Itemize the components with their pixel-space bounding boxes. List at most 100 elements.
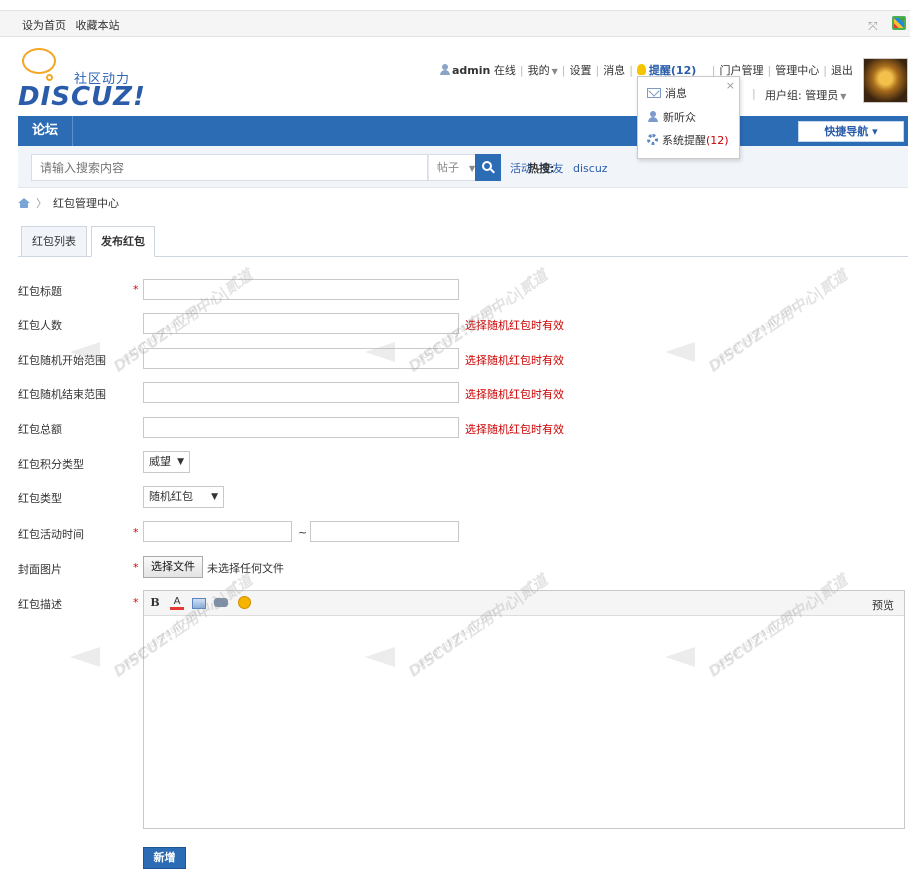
user-icon — [440, 64, 450, 75]
chevron-down-icon: ▼ — [840, 92, 847, 101]
logo-dot-icon — [46, 74, 53, 81]
title-label: 红包标题 — [18, 285, 62, 298]
random-hint: 选择随机红包时有效 — [465, 354, 564, 367]
start-time-input[interactable] — [143, 521, 292, 542]
smiley-icon[interactable] — [238, 596, 251, 609]
settings-link[interactable]: 设置 — [569, 64, 591, 77]
image-icon[interactable] — [192, 598, 206, 609]
quick-nav-button[interactable]: 快捷导航 ▾ — [798, 121, 904, 142]
username-link[interactable]: admin — [452, 64, 490, 77]
usergroup-separator: | — [752, 87, 756, 100]
submit-button[interactable]: 新增 — [143, 847, 186, 869]
search-button[interactable] — [475, 154, 501, 181]
tab-bar: 红包列表 发布红包 — [18, 226, 908, 257]
range-start-label: 红包随机开始范围 — [18, 354, 106, 367]
editor-toolbar: B A 预览 — [144, 591, 904, 616]
nav-forum[interactable]: 论坛 — [18, 116, 73, 146]
dropdown-item-label: 消息 — [665, 87, 687, 100]
mail-icon — [647, 88, 661, 98]
tab-redpacket-list[interactable]: 红包列表 — [21, 226, 87, 257]
admin-center-link[interactable]: 管理中心 — [775, 64, 819, 77]
random-hint: 选择随机红包时有效 — [465, 423, 564, 436]
close-icon[interactable]: × — [726, 79, 735, 92]
chevron-down-icon: ▼ — [551, 67, 558, 76]
breadcrumb-current[interactable]: 红包管理中心 — [53, 197, 119, 210]
dropdown-item-label: 新听众 — [663, 111, 696, 124]
required-mark: * — [133, 526, 139, 539]
hot-search: 热搜: 活动 交友 discuz — [510, 160, 614, 176]
chevron-down-icon: ▼ — [177, 457, 184, 467]
random-hint: 选择随机红包时有效 — [465, 388, 564, 401]
total-input[interactable] — [143, 417, 459, 438]
hot-search-item[interactable]: discuz — [573, 162, 608, 175]
home-icon[interactable] — [18, 198, 30, 208]
bookmark-link[interactable]: 收藏本站 — [76, 19, 120, 32]
choose-file-button[interactable]: 选择文件 — [143, 556, 203, 578]
remind-count: (12) — [706, 134, 729, 147]
dropdown-item-label: 系统提醒 — [662, 134, 706, 147]
dropdown-item-new-followers[interactable]: 新听众 — [647, 109, 696, 125]
fullscreen-icon[interactable]: ⤧ — [868, 19, 882, 33]
bulb-icon — [636, 64, 646, 75]
watermark: DISCUZ!应用中心|贰道 addon.dismall.com — [665, 266, 895, 376]
description-editor: B A 预览 — [143, 590, 905, 829]
dropdown-item-messages[interactable]: 消息 — [647, 85, 687, 101]
chevron-down-icon: ▼ — [211, 492, 218, 502]
total-label: 红包总额 — [18, 423, 62, 436]
credit-type-label: 红包积分类型 — [18, 458, 84, 471]
type-label: 红包类型 — [18, 492, 62, 505]
top-bar: 设为首页 收藏本站 ⤧ — [0, 10, 910, 37]
type-select[interactable]: 随机红包 ▼ — [143, 486, 224, 508]
search-bar: 帖子▼ 热搜: 活动 交友 discuz — [18, 146, 908, 188]
remind-dropdown: × 消息 新听众 系统提醒(12) — [637, 76, 740, 159]
end-time-input[interactable] — [310, 521, 459, 542]
time-label: 红包活动时间 — [18, 528, 84, 541]
random-hint: 选择随机红包时有效 — [465, 319, 564, 332]
top-links: 设为首页 收藏本站 — [22, 17, 126, 33]
breadcrumb: 〉红包管理中心 — [18, 195, 119, 211]
search-type-label: 帖子 — [437, 161, 459, 174]
type-value: 随机红包 — [149, 490, 193, 503]
credit-type-select[interactable]: 威望 ▼ — [143, 451, 190, 473]
dropdown-item-system-remind[interactable]: 系统提醒(12) — [647, 132, 729, 148]
my-menu[interactable]: 我的 — [528, 64, 550, 77]
user-group-label: 用户组: 管理员 — [765, 89, 839, 102]
count-input[interactable] — [143, 313, 459, 334]
logo-wordmark: DISCUZ! — [18, 82, 146, 112]
search-input[interactable] — [31, 154, 428, 181]
preview-link[interactable]: 预览 — [872, 597, 894, 613]
count-label: 红包人数 — [18, 319, 62, 332]
search-icon-handle — [490, 168, 495, 174]
desc-label: 红包描述 — [18, 598, 62, 611]
set-homepage-link[interactable]: 设为首页 — [22, 19, 66, 32]
logout-link[interactable]: 退出 — [831, 64, 853, 77]
time-separator: ~ — [298, 526, 308, 539]
person-icon — [647, 111, 659, 122]
theme-color-icon[interactable] — [892, 16, 906, 30]
messages-link[interactable]: 消息 — [603, 64, 625, 77]
main-nav-bar: 论坛 快捷导航 ▾ — [18, 116, 908, 146]
breadcrumb-separator: 〉 — [36, 197, 47, 210]
range-end-input[interactable] — [143, 382, 459, 403]
cover-label: 封面图片 — [18, 563, 62, 576]
file-status: 未选择任何文件 — [207, 562, 284, 575]
hot-search-label: 热搜: — [528, 162, 555, 175]
gear-icon — [647, 134, 658, 145]
font-color-icon[interactable]: A — [170, 596, 184, 610]
title-input[interactable] — [143, 279, 459, 300]
link-icon[interactable] — [214, 598, 228, 607]
editor-textarea[interactable] — [144, 617, 904, 828]
logo-bubble-icon — [22, 48, 56, 74]
credit-type-value: 威望 — [149, 455, 171, 468]
site-logo[interactable]: 社区动力 DISCUZ! — [18, 48, 158, 112]
required-mark: * — [133, 561, 139, 574]
range-end-label: 红包随机结束范围 — [18, 388, 106, 401]
bold-icon[interactable]: B — [148, 596, 162, 610]
online-status[interactable]: 在线 — [494, 64, 516, 77]
user-group-menu[interactable]: 用户组: 管理员 ▼ — [765, 87, 846, 103]
avatar[interactable] — [863, 58, 908, 103]
range-start-input[interactable] — [143, 348, 459, 369]
tab-publish-redpacket[interactable]: 发布红包 — [91, 226, 155, 257]
required-mark: * — [133, 283, 139, 296]
required-mark: * — [133, 596, 139, 609]
